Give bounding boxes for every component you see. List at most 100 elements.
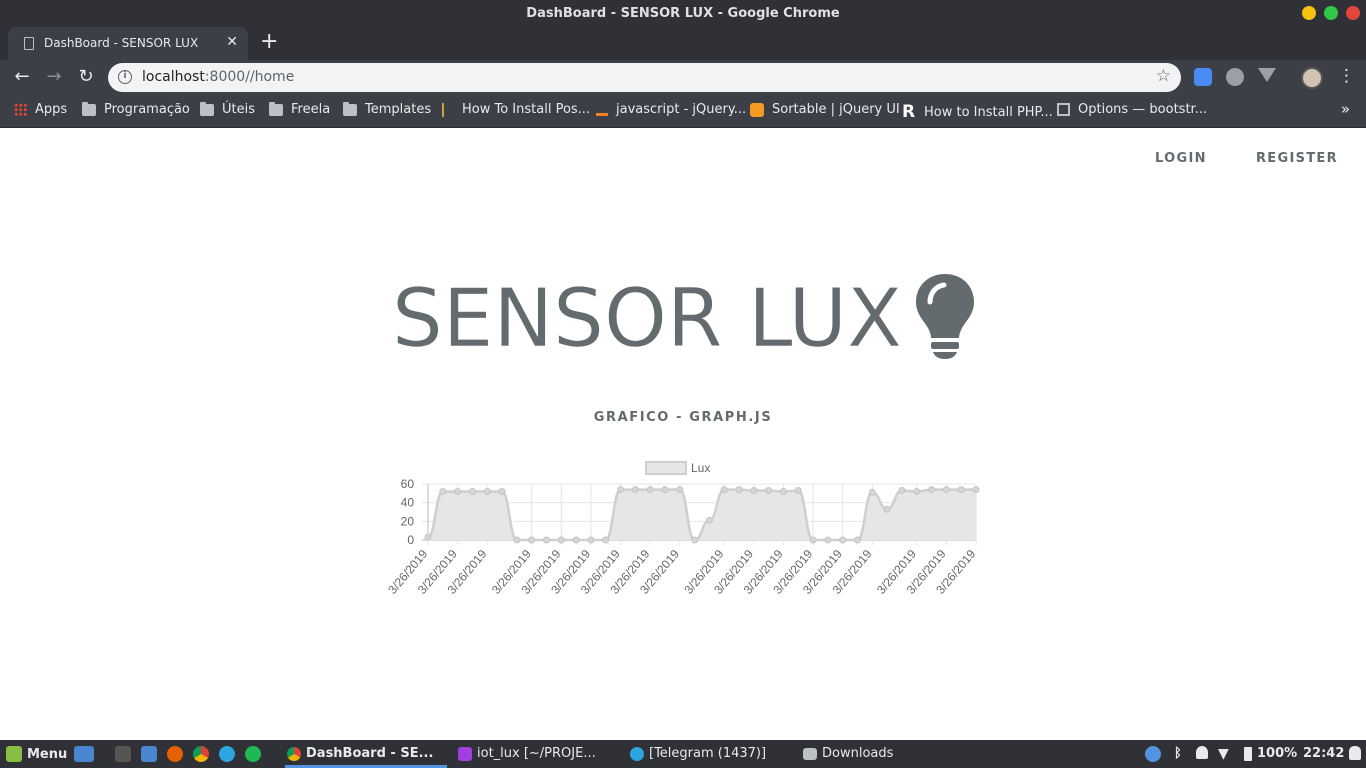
vue-devtools-icon[interactable]	[1258, 68, 1276, 82]
bookmark-install-pos[interactable]: How To Install Pos...	[442, 102, 590, 117]
telegram-launcher[interactable]	[219, 746, 235, 762]
bookmark-label: Options — bootstr...	[1078, 102, 1208, 117]
tab-dashboard[interactable]: DashBoard - SENSOR LUX ✕	[8, 27, 248, 60]
files-icon	[141, 746, 157, 762]
firefox-launcher[interactable]	[167, 746, 183, 762]
forward-button[interactable]: →	[42, 66, 66, 87]
terminal-launcher[interactable]	[115, 746, 131, 762]
window-label: [Telegram (1437)]	[649, 746, 767, 761]
lightbulb-icon	[916, 274, 974, 359]
close-window-button[interactable]	[1346, 6, 1360, 20]
profile-avatar[interactable]	[1301, 67, 1323, 89]
r-icon: R	[902, 102, 916, 122]
chrome-launcher[interactable]	[193, 746, 209, 762]
lux-point	[691, 536, 699, 544]
clock-time: 22:42	[1303, 746, 1345, 761]
bookmark-programacao[interactable]: Programação	[82, 101, 190, 117]
lux-point	[779, 487, 787, 495]
apps-grid-icon	[14, 103, 27, 116]
lux-line-chart: Lux02040603/26/20193/26/20193/26/2019 3/2…	[385, 461, 980, 597]
login-link[interactable]: LOGIN	[1155, 151, 1207, 166]
lux-point	[587, 536, 595, 544]
notification-icon	[1349, 746, 1361, 760]
lux-point	[972, 486, 980, 494]
lux-point	[468, 487, 476, 495]
updates-tray[interactable]	[1145, 746, 1161, 762]
maximize-button[interactable]	[1324, 6, 1338, 20]
bookmark-freela[interactable]: Freela	[269, 101, 331, 117]
bookmark-options-bootstrap[interactable]: Options — bootstr...	[1057, 102, 1207, 117]
taskbar-window-chrome[interactable]: DashBoard - SE...	[287, 746, 433, 761]
new-tab-button[interactable]: +	[260, 29, 278, 54]
desktop-icon	[74, 746, 94, 762]
bookmark-sortable[interactable]: Sortable | jQuery UI	[750, 102, 900, 117]
bluetooth-tray[interactable]: ᛒ	[1174, 746, 1182, 761]
bookmark-templates[interactable]: Templates	[343, 101, 431, 117]
network-tray[interactable]: ▼	[1218, 746, 1229, 762]
bookmark-label: Programação	[104, 102, 190, 117]
bookmark-label: javascript - jQuery...	[616, 102, 747, 117]
folder-icon	[82, 101, 96, 116]
folder-icon	[343, 101, 357, 116]
window-controls	[1302, 6, 1360, 20]
files-launcher[interactable]	[141, 746, 157, 762]
lux-point	[646, 486, 654, 494]
show-desktop-button[interactable]	[74, 746, 94, 762]
lux-point	[794, 487, 802, 495]
window-label: iot_lux [~/PROJE...	[477, 746, 596, 761]
spotify-icon	[245, 746, 261, 762]
lux-point	[676, 486, 684, 494]
user-icon	[1196, 746, 1208, 759]
back-button[interactable]: ←	[10, 66, 34, 87]
y-tick-label: 0	[407, 533, 414, 547]
reload-button[interactable]: ↻	[74, 66, 98, 87]
lux-point	[602, 536, 610, 544]
close-tab-icon[interactable]: ✕	[226, 34, 238, 50]
lux-point	[720, 486, 728, 494]
bookmark-label: How To Install Pos...	[462, 102, 591, 117]
taskbar-window-downloads[interactable]: Downloads	[803, 746, 893, 761]
extension-icon[interactable]	[1226, 68, 1244, 86]
bookmark-label: Sortable | jQuery UI	[772, 102, 900, 117]
lux-point	[557, 536, 565, 544]
chrome-menu-icon[interactable]: ⋮	[1338, 66, 1355, 86]
window-title: DashBoard - SENSOR LUX - Google Chrome	[526, 6, 840, 21]
more-bookmarks-icon[interactable]: »	[1341, 100, 1350, 118]
telegram-icon	[219, 746, 235, 762]
spotify-launcher[interactable]	[245, 746, 261, 762]
lux-point	[498, 487, 506, 495]
taskbar-window-phpstorm[interactable]: iot_lux [~/PROJE...	[458, 746, 596, 761]
minimize-button[interactable]	[1302, 6, 1316, 20]
user-tray[interactable]	[1196, 746, 1208, 759]
clock[interactable]: 22:42	[1303, 746, 1344, 761]
taskbar-window-telegram[interactable]: [Telegram (1437)]	[630, 746, 766, 761]
wifi-icon: ▼	[1218, 746, 1229, 762]
battery-percent: 100%	[1257, 746, 1298, 761]
start-menu-button[interactable]: Menu	[6, 746, 67, 762]
address-bar[interactable]: i localhost:8000//home ☆	[108, 63, 1181, 92]
legend-label: Lux	[691, 461, 710, 475]
lux-point	[617, 486, 625, 494]
url-text[interactable]: localhost:8000//home	[142, 69, 294, 85]
notifications-tray[interactable]	[1349, 746, 1361, 760]
firefox-icon	[167, 746, 183, 762]
telegram-icon	[630, 746, 644, 761]
bookmark-apps[interactable]: Apps	[14, 102, 67, 117]
bookmark-javascript-jquery[interactable]: javascript - jQuery...	[596, 102, 746, 117]
lux-point	[928, 486, 936, 494]
chart-section-title: GRAFICO - GRAPH.JS	[593, 410, 773, 425]
bookmark-star-icon[interactable]: ☆	[1156, 66, 1171, 86]
phpstorm-icon	[458, 746, 472, 761]
lux-point	[454, 487, 462, 495]
bookmark-label: Freela	[291, 102, 331, 117]
lux-point	[750, 487, 758, 495]
register-link[interactable]: REGISTER	[1256, 151, 1338, 166]
site-info-icon[interactable]: i	[118, 70, 132, 84]
bookmark-uteis[interactable]: Úteis	[200, 101, 255, 117]
lux-point	[942, 486, 950, 494]
lux-point	[809, 536, 817, 544]
bookmark-install-php[interactable]: R How to Install PHP...	[902, 102, 1053, 122]
update-manager-icon	[1145, 746, 1161, 762]
translate-extension-icon[interactable]	[1194, 68, 1212, 86]
battery-tray[interactable]: 100%	[1244, 746, 1297, 761]
